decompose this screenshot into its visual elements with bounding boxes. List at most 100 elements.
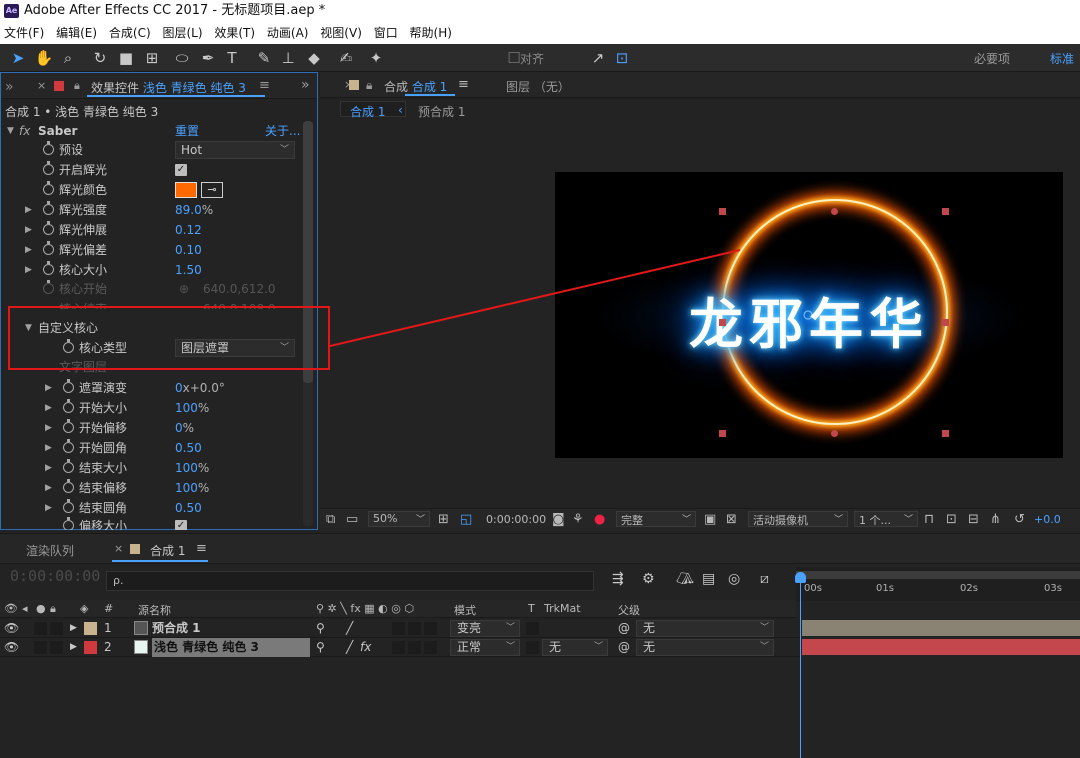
region-icon[interactable]: ◱	[460, 512, 472, 527]
glow-color-swatch[interactable]	[175, 182, 197, 198]
layer-viewer-tab[interactable]: 图层 （无）	[506, 78, 570, 95]
rotate-tool-icon[interactable]: ↻	[90, 48, 110, 68]
mask-handle[interactable]	[942, 208, 949, 215]
mask-handle[interactable]	[942, 319, 949, 326]
stopwatch-icon[interactable]	[43, 141, 54, 155]
shy-layers-icon[interactable]: ⛺︎	[676, 571, 694, 587]
switch-box[interactable]	[392, 622, 405, 635]
layer-label-color[interactable]	[84, 641, 97, 654]
layer-name[interactable]: 预合成 1	[152, 619, 201, 638]
export-icon[interactable]: ⊟	[968, 512, 979, 527]
expand-arrow-icon[interactable]: ▶	[45, 478, 52, 498]
timeline-current-time[interactable]: 0:00:00:00	[10, 567, 100, 585]
panel-menu-icon[interactable]: ≡	[458, 77, 469, 92]
eyedropper-icon[interactable]: ⊸	[201, 182, 223, 198]
shy-switch-icon[interactable]: ⚲	[316, 619, 325, 638]
solo-header-icon[interactable]: ●	[36, 602, 46, 615]
menu-edit[interactable]: 编辑(E)	[52, 22, 101, 44]
monitor-icon[interactable]: ▭	[346, 512, 358, 527]
show-snapshot-icon[interactable]: ⚘	[572, 512, 584, 527]
stopwatch-icon[interactable]	[43, 161, 54, 175]
close-tab-icon[interactable]: ×	[114, 542, 123, 555]
enable-glow-checkbox[interactable]: ✓	[175, 164, 187, 176]
quality-switch-icon[interactable]: ╱	[346, 638, 353, 657]
menu-composition[interactable]: 合成(C)	[105, 22, 155, 44]
render-queue-tab[interactable]: 渲染队列	[26, 542, 74, 559]
color-channels-icon[interactable]: ●	[594, 512, 605, 527]
expand-arrow-icon[interactable]: ▶	[70, 638, 77, 657]
stopwatch-icon[interactable]	[43, 241, 54, 255]
draft-3d-icon[interactable]: ⚙	[642, 571, 655, 587]
nav-arrow-icon[interactable]: ‹	[398, 103, 403, 117]
motion-blur-icon[interactable]: ◎	[728, 571, 740, 587]
expand-panels-icon[interactable]: »	[301, 77, 310, 93]
switch-box[interactable]	[392, 641, 405, 654]
param-value[interactable]: 0.50	[175, 438, 202, 458]
menu-view[interactable]: 视图(V)	[316, 22, 366, 44]
effect-header-saber[interactable]: ▼ fx Saber 重置 关于...	[1, 121, 301, 141]
reset-link[interactable]: 重置	[175, 121, 199, 141]
nav-precomp[interactable]: 预合成 1	[418, 103, 465, 120]
effect-controls-tab[interactable]: 效果控件 浅色 青绿色 纯色 3	[91, 79, 246, 96]
snap-target-icon[interactable]: ⊡	[612, 48, 632, 68]
panel-menu-icon[interactable]: ≡	[196, 541, 207, 556]
solo-switch[interactable]	[34, 641, 47, 654]
snap-arrow-icon[interactable]: ↗	[588, 48, 608, 68]
composition-viewer[interactable]: 龙邪年华	[555, 172, 1063, 458]
stopwatch-icon[interactable]	[63, 439, 74, 453]
preset-dropdown[interactable]: Hot ﹀	[175, 141, 295, 159]
composition-tab[interactable]: 合成 合成 1	[384, 78, 447, 95]
stopwatch-icon[interactable]	[63, 499, 74, 513]
graph-editor-icon[interactable]: ⧄	[760, 571, 769, 587]
expand-arrow-icon[interactable]: ▶	[45, 378, 52, 398]
snapshot-camera-icon[interactable]: ◙	[552, 512, 565, 527]
pickwhip-icon[interactable]: @	[618, 638, 630, 657]
expand-arrow-icon[interactable]: ▶	[45, 398, 52, 418]
grid-icon[interactable]: ⊞	[438, 512, 449, 527]
workspace-standard[interactable]: 标准	[1050, 50, 1074, 67]
expand-arrow-icon[interactable]: ▶	[70, 619, 77, 638]
pen-tool-icon[interactable]: ✒	[198, 48, 218, 68]
offset-size-checkbox[interactable]: ✓	[175, 520, 187, 530]
work-area-bar[interactable]	[796, 571, 1080, 579]
lock-icon[interactable]: 🔒︎	[74, 79, 80, 93]
brush-tool-icon[interactable]: ✎	[254, 48, 274, 68]
label-header-icon[interactable]: ◈	[80, 602, 88, 615]
param-value[interactable]: 100%	[175, 478, 209, 498]
stopwatch-icon[interactable]	[43, 221, 54, 235]
layer-row[interactable]: 👁︎ ▶ 1 预合成 1 ⚲ ╱ 变亮 ﹀ @ 无 ﹀	[0, 619, 800, 638]
expand-arrow-icon[interactable]: ▶	[25, 260, 32, 280]
expand-arrow-icon[interactable]: ▶	[45, 418, 52, 438]
views-dropdown[interactable]: 1 个... ﹀	[854, 511, 918, 527]
pan-behind-tool-icon[interactable]: ⊞	[142, 48, 162, 68]
column-source-name[interactable]: 源名称	[138, 602, 171, 618]
menu-window[interactable]: 窗口	[370, 22, 402, 44]
transparency-grid-icon[interactable]: ⊠	[726, 512, 737, 527]
quality-switch-icon[interactable]: ╱	[346, 619, 353, 638]
mask-handle[interactable]	[719, 319, 726, 326]
param-value[interactable]: 0.10	[175, 240, 202, 260]
track-matte-dropdown[interactable]: 无 ﹀	[542, 639, 608, 656]
fast-preview-icon[interactable]: ▣	[704, 512, 716, 527]
workspace-essentials[interactable]: 必要项	[974, 50, 1010, 67]
menu-effect[interactable]: 效果(T)	[210, 22, 259, 44]
close-tab-icon[interactable]: ×	[37, 79, 46, 92]
camera-tool-icon[interactable]: ■	[116, 48, 136, 68]
menu-help[interactable]: 帮助(H)	[406, 22, 456, 44]
menu-file[interactable]: 文件(F)	[0, 22, 48, 44]
stopwatch-icon[interactable]	[63, 419, 74, 433]
stopwatch-icon[interactable]	[63, 517, 74, 530]
param-value[interactable]: 100%	[175, 458, 209, 478]
import-icon[interactable]: ⊡	[946, 512, 957, 527]
ellipse-tool-icon[interactable]: ⬭	[172, 48, 192, 68]
switch-box[interactable]	[424, 641, 437, 654]
param-value[interactable]: 0x+0.0°	[175, 378, 225, 398]
stopwatch-icon[interactable]	[63, 479, 74, 493]
pickwhip-icon[interactable]: @	[618, 619, 630, 638]
expand-arrow-icon[interactable]: ▶	[25, 200, 32, 220]
frame-blending-icon[interactable]: ▤	[702, 571, 715, 587]
timeline-comp-tab[interactable]: 合成 1	[150, 542, 185, 559]
zoom-dropdown[interactable]: 50% ﹀	[368, 511, 430, 527]
hand-tool-icon[interactable]: ✋	[34, 48, 54, 68]
exposure-value[interactable]: +0.0	[1034, 513, 1061, 526]
